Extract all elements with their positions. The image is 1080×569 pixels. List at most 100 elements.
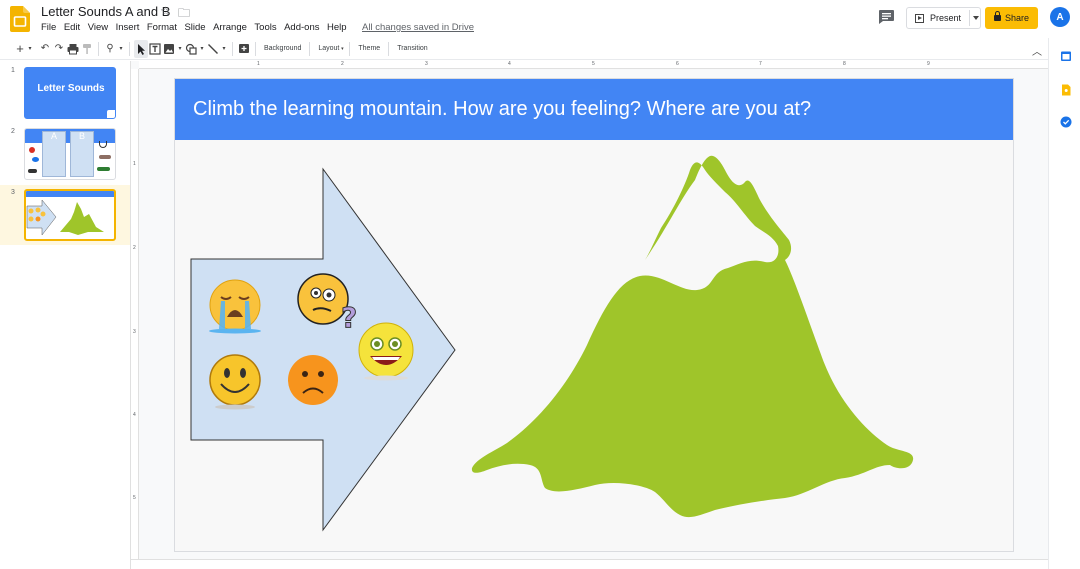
- line-dropdown-icon[interactable]: ▾: [220, 40, 228, 58]
- side-panel: [1048, 38, 1080, 569]
- slide-title[interactable]: Climb the learning mountain. How are you…: [193, 98, 811, 121]
- present-label: Present: [930, 13, 962, 23]
- star-icon[interactable]: ☆: [160, 4, 171, 18]
- background-button[interactable]: Background: [260, 45, 305, 52]
- ruler-mark: 2: [133, 245, 136, 251]
- ruler-mark: 3: [425, 61, 428, 67]
- menu-tools[interactable]: Tools: [254, 22, 276, 33]
- svg-text:?: ?: [341, 301, 357, 334]
- keep-icon[interactable]: [1060, 84, 1072, 96]
- toolbar-divider: [349, 41, 351, 56]
- toolbar: + ▾ ↶ ↷ ⚲ ▾ ▾ ▾ ▾ Background Layout ▾ Th…: [0, 38, 1048, 60]
- toolbar-divider: [98, 41, 99, 56]
- mountain-shape[interactable]: [471, 155, 914, 518]
- slide-number: 3: [11, 189, 15, 196]
- filmstrip-slide-1[interactable]: 1 Letter Sounds: [0, 63, 130, 123]
- print-icon[interactable]: [66, 40, 80, 58]
- vertical-ruler[interactable]: 1 2 3 4 5: [131, 69, 139, 559]
- filmstrip-slide-3[interactable]: 3: [0, 185, 130, 245]
- current-slide[interactable]: Climb the learning mountain. How are you…: [175, 79, 1013, 551]
- ruler-mark: 3: [133, 329, 136, 335]
- share-button[interactable]: Share: [985, 7, 1038, 29]
- lock-icon: [993, 11, 1001, 21]
- slide-graphics: ?: [190, 155, 914, 532]
- document-title[interactable]: Letter Sounds A and B: [41, 4, 170, 19]
- present-divider: [969, 10, 970, 26]
- menu-slide[interactable]: Slide: [184, 22, 205, 33]
- toolbar-divider: [309, 41, 311, 56]
- menu-addons[interactable]: Add-ons: [284, 22, 319, 33]
- filmstrip-slide-2[interactable]: 2 A B: [0, 124, 130, 184]
- sad-face-icon[interactable]: [288, 355, 338, 405]
- avatar[interactable]: A: [1050, 7, 1070, 27]
- theme-button[interactable]: Theme: [354, 45, 384, 52]
- image-icon[interactable]: [162, 40, 176, 58]
- redo-icon[interactable]: ↷: [52, 40, 66, 58]
- slide-thumbnail[interactable]: [24, 189, 116, 241]
- image-dropdown-icon[interactable]: ▾: [176, 40, 184, 58]
- paint-format-icon[interactable]: [80, 40, 94, 58]
- apple-icon: [29, 147, 35, 153]
- share-label: Share: [1004, 13, 1030, 23]
- shape-dropdown-icon[interactable]: ▾: [198, 40, 206, 58]
- new-slide-dropdown-icon[interactable]: ▾: [26, 40, 34, 58]
- ruler-mark: 5: [592, 61, 595, 67]
- present-dropdown-icon[interactable]: [973, 16, 979, 20]
- new-slide-icon[interactable]: +: [14, 40, 26, 58]
- slide-thumbnail[interactable]: Letter Sounds: [24, 67, 116, 119]
- thumbnail-content: [26, 199, 104, 236]
- menu-insert[interactable]: Insert: [116, 22, 140, 33]
- shape-icon[interactable]: [184, 40, 198, 58]
- toolbar-divider: [232, 41, 233, 56]
- line-icon[interactable]: [206, 40, 220, 58]
- log-icon: [99, 155, 111, 159]
- thumbnail-header: [26, 191, 114, 197]
- ruler-mark: 4: [508, 61, 511, 67]
- ruler-mark: 5: [133, 495, 136, 501]
- tasks-icon[interactable]: [1060, 116, 1072, 128]
- comment-icon[interactable]: [877, 9, 895, 25]
- slides-logo-icon[interactable]: [10, 6, 30, 32]
- ruler-mark: 2: [341, 61, 344, 67]
- transition-button[interactable]: Transition: [393, 45, 431, 52]
- speaker-notes-handle[interactable]: [131, 559, 1048, 569]
- collapse-toolbar-icon[interactable]: ︿: [1032, 43, 1042, 58]
- layout-dropdown-icon[interactable]: ▾: [339, 40, 345, 58]
- calendar-icon[interactable]: [1060, 50, 1072, 62]
- bat-icon: [28, 169, 37, 173]
- ruler-mark: 6: [676, 61, 679, 67]
- menu-format[interactable]: Format: [147, 22, 177, 33]
- select-cursor-icon[interactable]: [134, 39, 148, 58]
- arrow-shape[interactable]: [190, 167, 456, 532]
- ruler-mark: 8: [843, 61, 846, 67]
- menu-help[interactable]: Help: [327, 22, 347, 33]
- add-comment-icon[interactable]: [237, 40, 251, 58]
- save-status-link[interactable]: All changes saved in Drive: [362, 22, 474, 33]
- ruler-mark: 4: [133, 412, 136, 418]
- menu-edit[interactable]: Edit: [64, 22, 80, 33]
- slide-number: 1: [11, 67, 15, 74]
- alligator-icon: [97, 167, 110, 171]
- toolbar-divider: [129, 41, 130, 56]
- menu-bar: File Edit View Insert Format Slide Arran…: [41, 22, 481, 33]
- menu-file[interactable]: File: [41, 22, 56, 33]
- undo-icon[interactable]: ↶: [38, 40, 52, 58]
- slide-thumbnail[interactable]: A B: [24, 128, 116, 180]
- thumbnail-letter-a: A: [50, 131, 57, 141]
- slide-title-box[interactable]: Climb the learning mountain. How are you…: [175, 79, 1013, 140]
- thumbnail-corner: [107, 110, 115, 118]
- menu-arrange[interactable]: Arrange: [213, 22, 247, 33]
- zoom-icon[interactable]: ⚲: [103, 40, 117, 58]
- thumbnail-letter-b: B: [78, 131, 85, 141]
- ruler-mark: 7: [759, 61, 762, 67]
- toolbar-divider: [255, 41, 256, 56]
- filmstrip: 1 Letter Sounds 2 A B 3: [0, 61, 131, 569]
- text-box-icon[interactable]: [148, 40, 162, 58]
- ruler-mark: 1: [257, 61, 260, 67]
- zoom-dropdown-icon[interactable]: ▾: [117, 40, 125, 58]
- ruler-mark: 1: [133, 161, 136, 167]
- ruler-mark: 9: [927, 61, 930, 67]
- horizontal-ruler[interactable]: 1 2 3 4 5 6 7 8 9: [139, 61, 1048, 69]
- present-button[interactable]: Present: [906, 7, 981, 29]
- menu-view[interactable]: View: [88, 22, 108, 33]
